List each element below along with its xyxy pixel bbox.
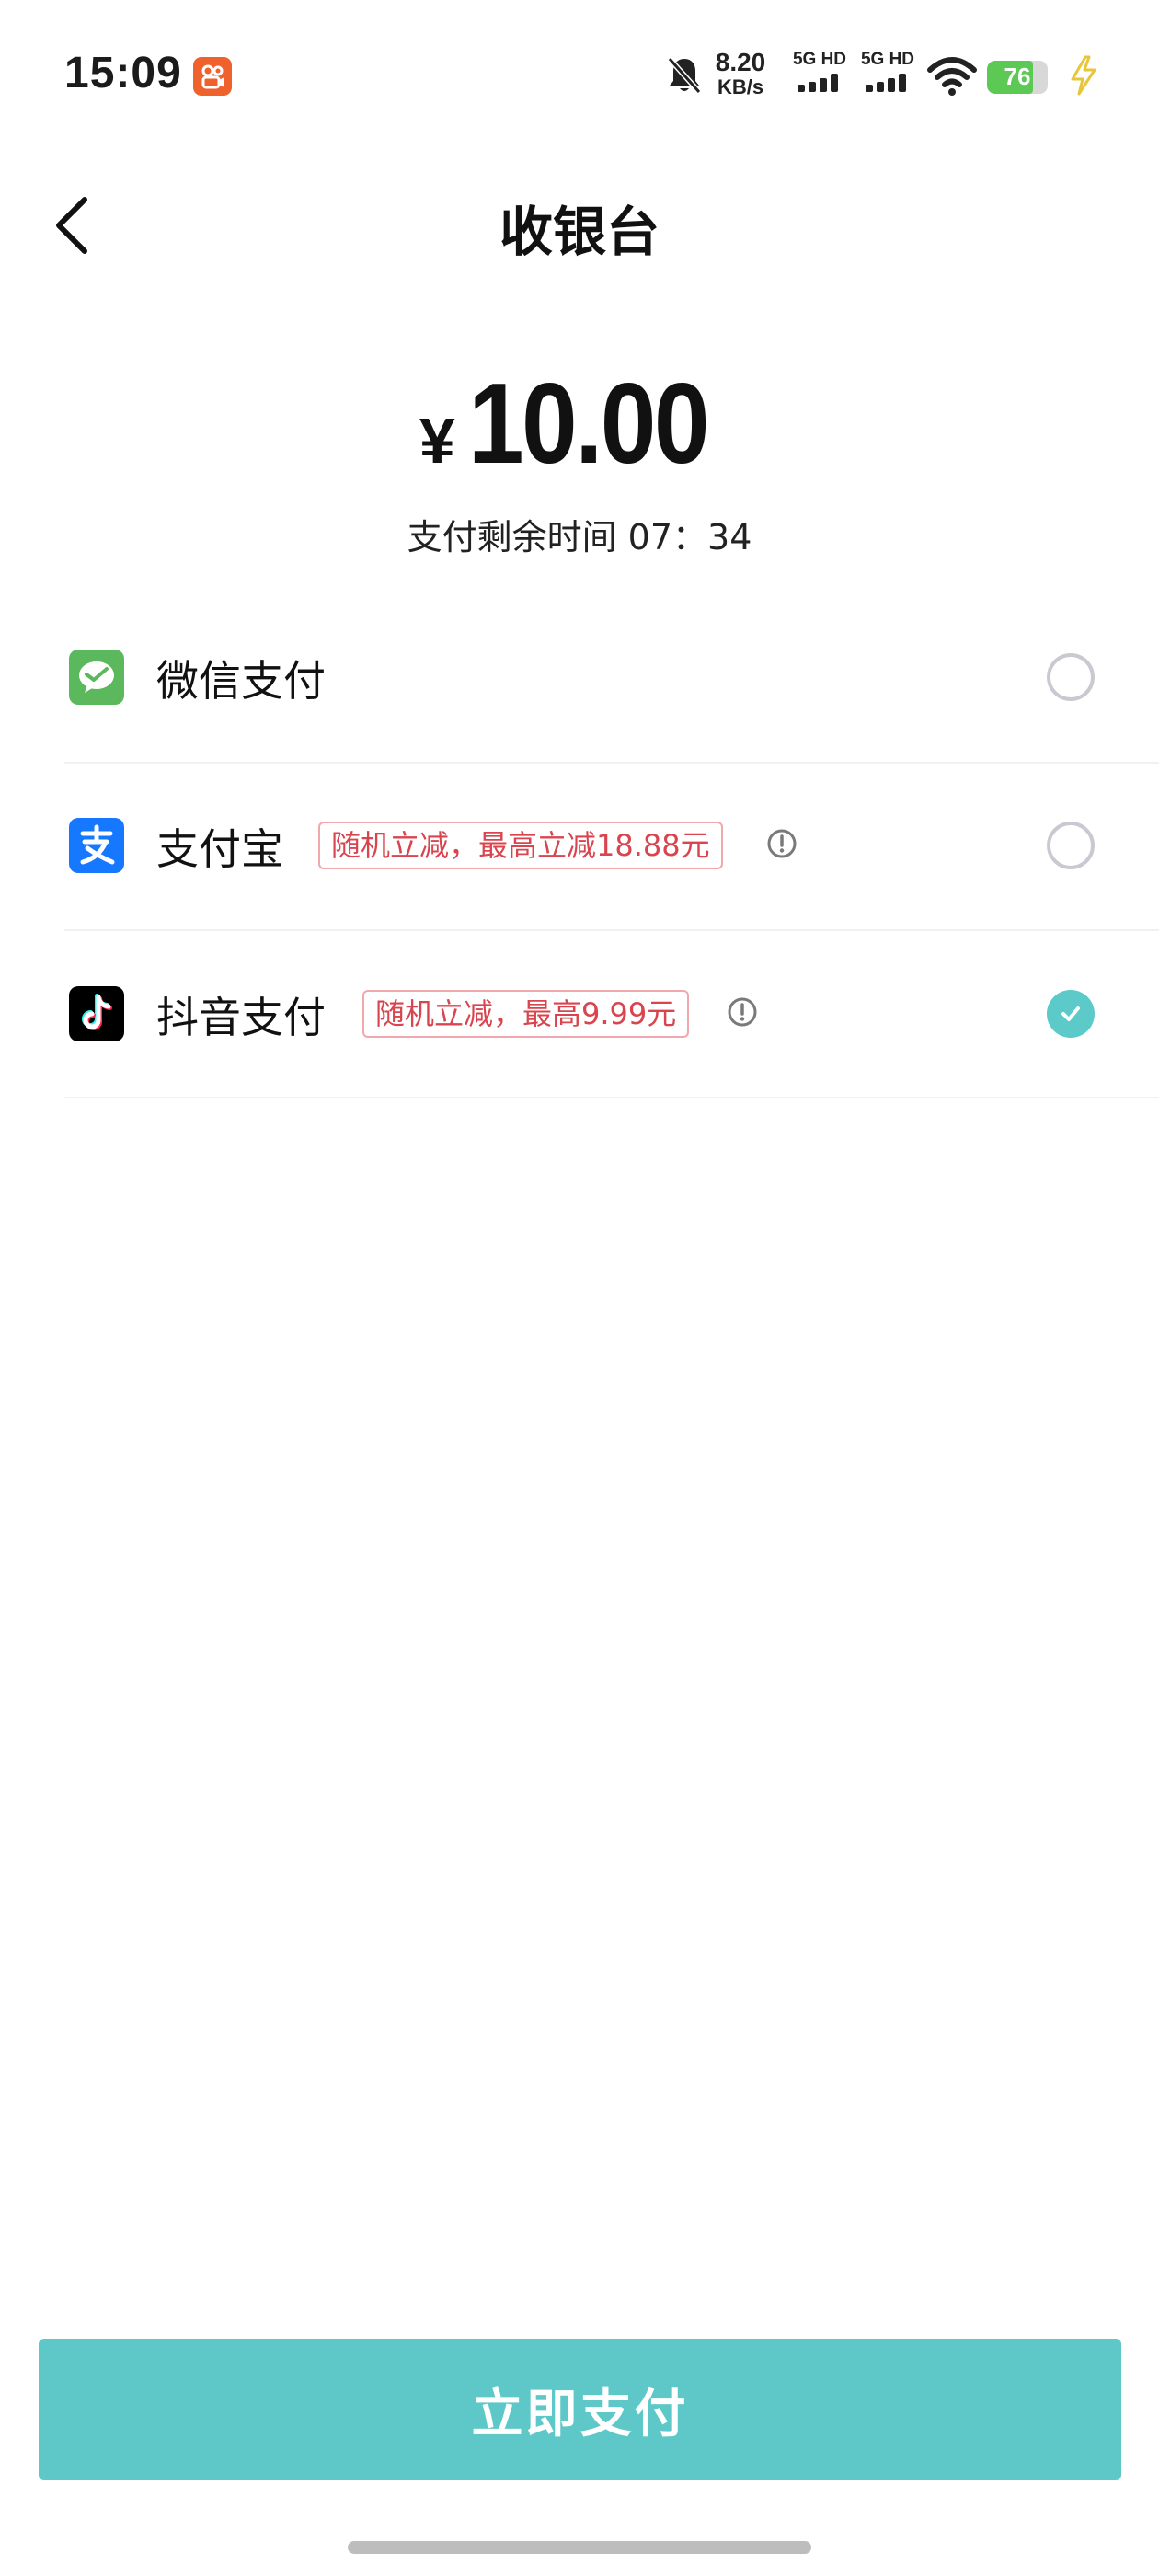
payment-option-alipay[interactable]: 支付宝 随机立减，最高立减18.88元: [64, 762, 1159, 931]
signal-bars-icon: [798, 74, 838, 92]
alipay-icon: [69, 818, 124, 873]
payment-countdown: 支付剩余时间 07：34: [407, 517, 752, 558]
payment-option-name: 抖音支付: [156, 993, 326, 1042]
sim1-label: 5G HD: [792, 50, 847, 69]
payment-option-name: 支付宝: [156, 824, 283, 874]
wechat-pay-icon: [69, 650, 124, 705]
radio-unselected[interactable]: [1047, 653, 1095, 701]
sim1-signal: 5G HD: [787, 50, 852, 98]
signal-bars-icon: [866, 74, 906, 92]
battery-icon: 76: [987, 61, 1048, 94]
home-indicator[interactable]: [348, 2541, 811, 2554]
payment-option-douyin[interactable]: 抖音支付 随机立减，最高9.99元: [64, 929, 1159, 1098]
battery-level: 76: [1004, 63, 1031, 90]
checkmark-icon: [1061, 1006, 1080, 1021]
radio-selected[interactable]: [1047, 990, 1095, 1038]
info-icon[interactable]: [766, 828, 798, 859]
payment-option-name: 微信支付: [156, 656, 326, 706]
charging-bolt-icon: [1067, 55, 1100, 96]
amount-value: 10.00: [467, 361, 710, 488]
douyin-icon: [69, 986, 124, 1041]
sim2-label: 5G HD: [860, 50, 915, 69]
payment-amount: ¥10.00: [0, 359, 1159, 489]
payment-option-wechat[interactable]: 微信支付: [64, 594, 1159, 764]
promo-tag: 随机立减，最高立减18.88元: [318, 822, 723, 869]
pay-now-button[interactable]: 立即支付: [39, 2339, 1121, 2480]
network-speed-value: 8.20: [715, 48, 766, 76]
status-time: 15:09: [64, 49, 182, 98]
info-icon[interactable]: [727, 996, 758, 1028]
sim2-signal: 5G HD: [855, 50, 920, 98]
promo-tag: 随机立减，最高9.99元: [362, 990, 690, 1038]
currency-symbol: ¥: [419, 405, 455, 477]
page-title: 收银台: [499, 201, 660, 263]
kuaishou-app-icon: [193, 57, 232, 96]
network-speed: 8.20 KB/s: [708, 50, 773, 98]
radio-unselected[interactable]: [1047, 822, 1095, 869]
mute-bell-icon: [664, 53, 705, 98]
wifi-icon: [927, 55, 977, 98]
network-speed-unit: KB/s: [717, 75, 764, 98]
